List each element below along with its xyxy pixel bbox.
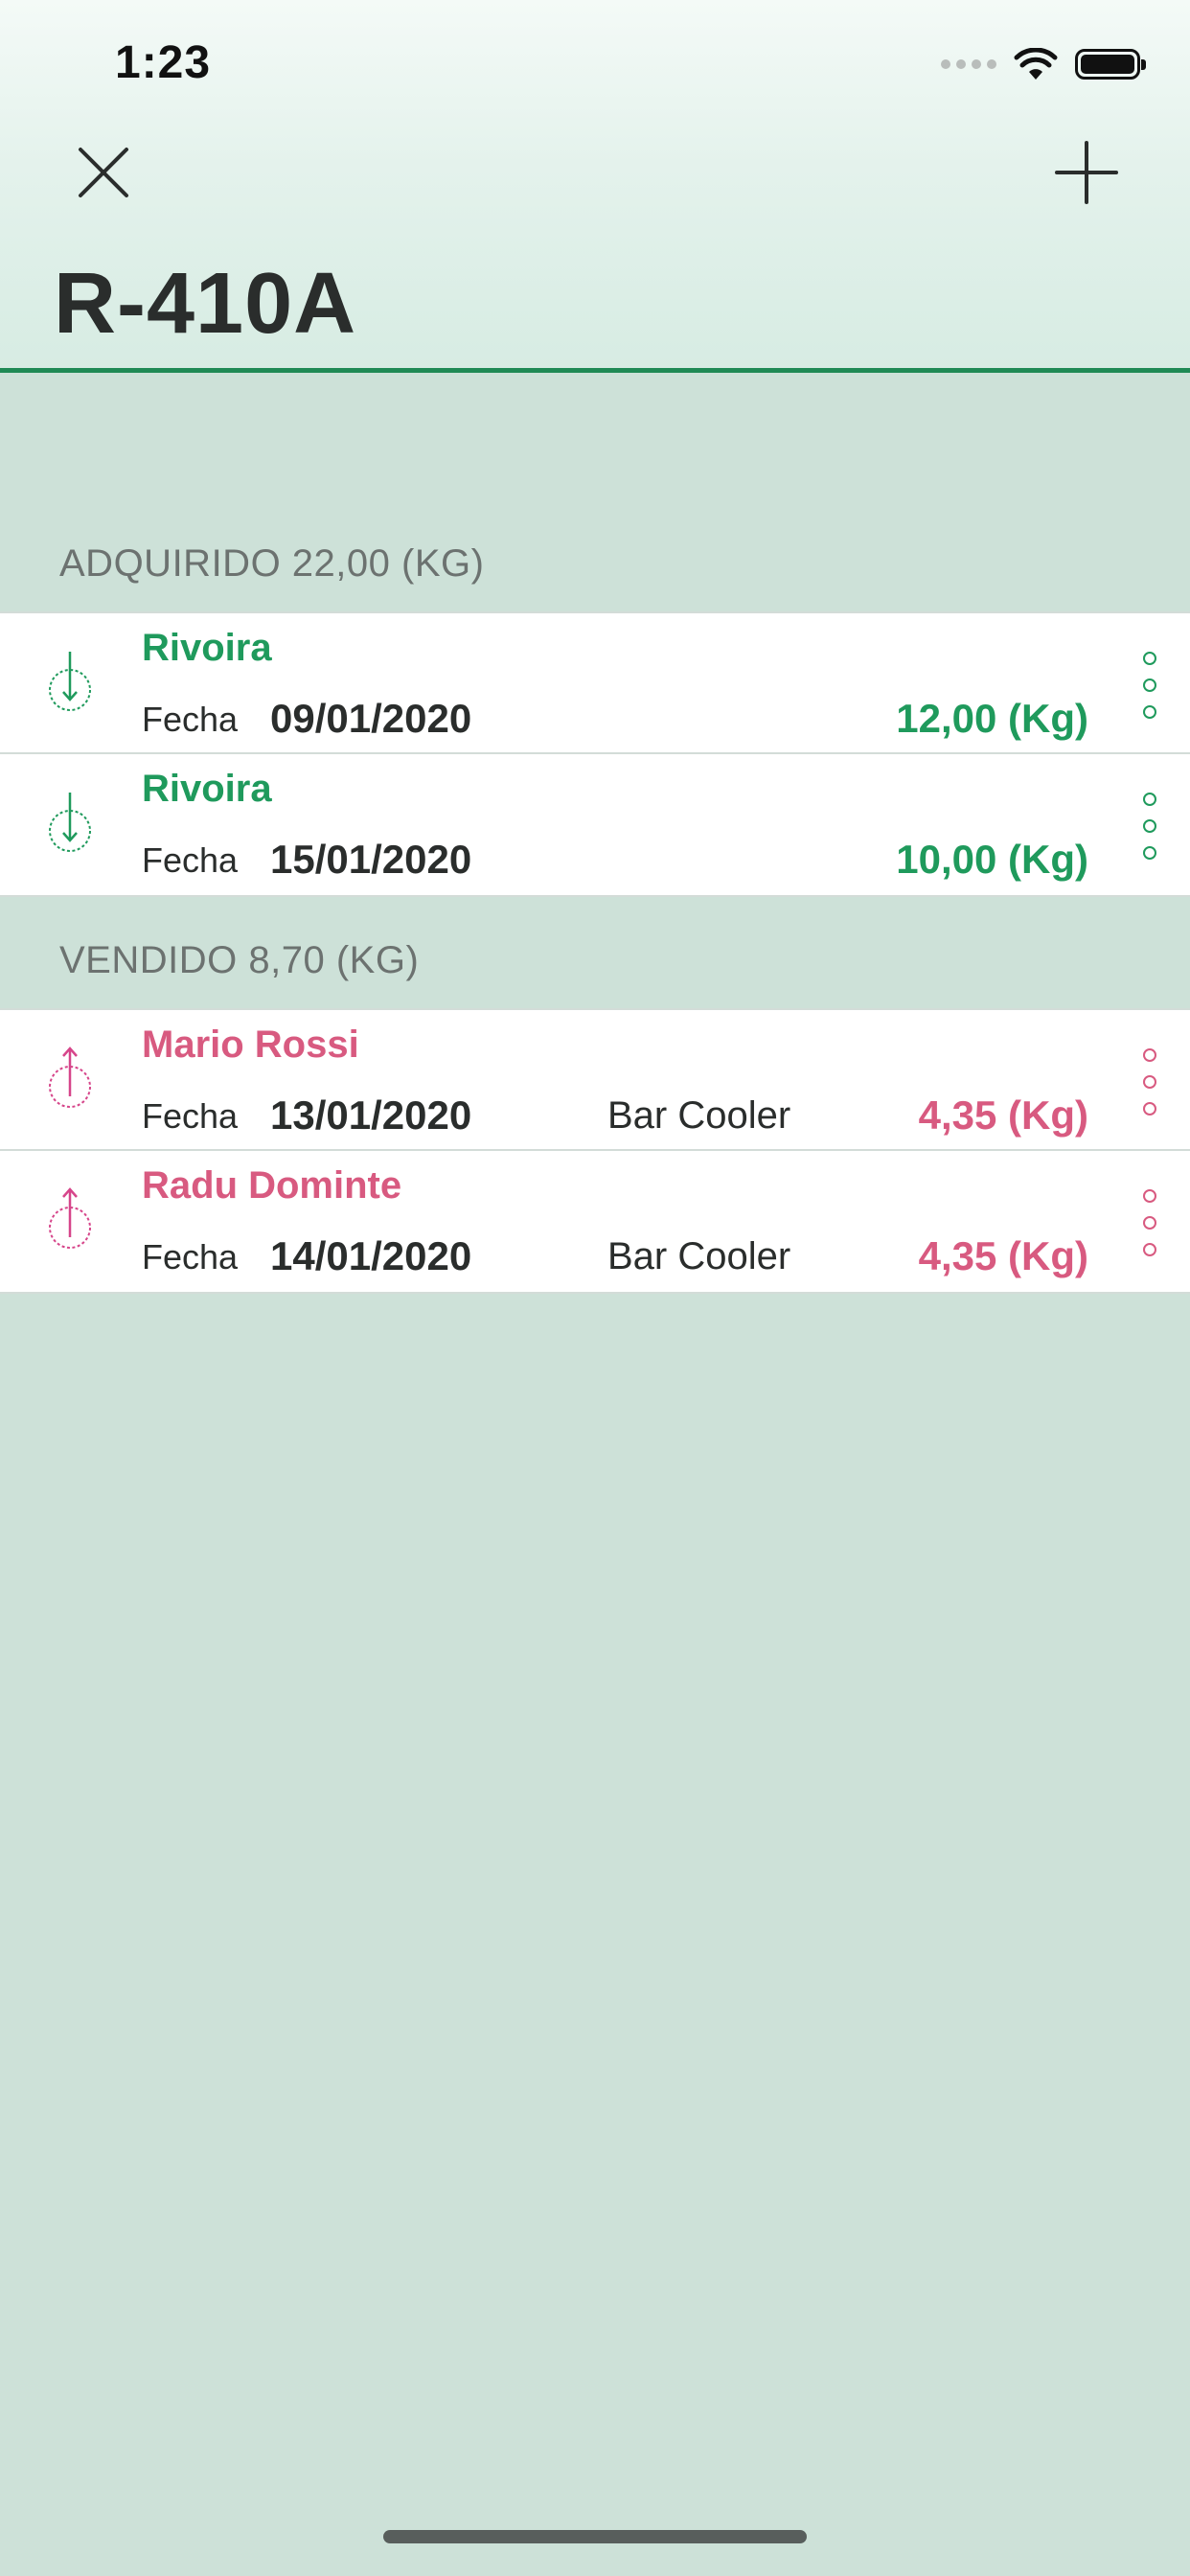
equipment-name: Bar Cooler bbox=[607, 1235, 791, 1277]
sold-section-header: VENDIDO 8,70 (KG) bbox=[59, 939, 420, 981]
sale-row[interactable]: Mario Rossi Fecha 13/01/2020 Bar Cooler … bbox=[0, 1008, 1190, 1151]
close-icon bbox=[79, 148, 128, 197]
more-options-button[interactable] bbox=[1131, 1048, 1169, 1116]
navigation-header: 1:23 R-410A bbox=[0, 0, 1190, 373]
status-indicators bbox=[941, 42, 1146, 86]
sale-row[interactable]: Radu Dominte Fecha 14/01/2020 Bar Cooler… bbox=[0, 1151, 1190, 1294]
date-value: 14/01/2020 bbox=[270, 1233, 472, 1278]
date-value: 15/01/2020 bbox=[270, 837, 472, 882]
upload-arrow-icon bbox=[49, 1187, 91, 1249]
amount-value: 4,35 (Kg) bbox=[918, 1092, 1088, 1138]
more-options-button[interactable] bbox=[1131, 1189, 1169, 1256]
page-title: R-410A bbox=[54, 256, 357, 352]
purchase-row[interactable]: Rivoira Fecha 09/01/2020 12,00 (Kg) bbox=[0, 611, 1190, 754]
customer-name: Radu Dominte bbox=[142, 1164, 402, 1207]
wifi-icon bbox=[1014, 48, 1058, 80]
more-options-button[interactable] bbox=[1131, 793, 1169, 860]
customer-name: Mario Rossi bbox=[142, 1024, 359, 1066]
more-options-button[interactable] bbox=[1131, 652, 1169, 719]
download-arrow-icon bbox=[49, 793, 91, 852]
add-button[interactable] bbox=[1046, 132, 1127, 213]
supplier-name: Rivoira bbox=[142, 627, 272, 669]
battery-icon bbox=[1075, 49, 1146, 80]
date-value: 13/01/2020 bbox=[270, 1092, 472, 1138]
amount-value: 10,00 (Kg) bbox=[896, 837, 1088, 882]
plus-icon bbox=[1055, 141, 1118, 204]
date-label: Fecha bbox=[142, 1237, 239, 1276]
home-indicator[interactable] bbox=[383, 2530, 807, 2543]
download-arrow-icon bbox=[49, 652, 91, 711]
purchased-section-header: ADQUIRIDO 22,00 (KG) bbox=[59, 542, 485, 585]
upload-arrow-icon bbox=[49, 1046, 91, 1108]
date-value: 09/01/2020 bbox=[270, 696, 472, 741]
date-label: Fecha bbox=[142, 700, 239, 739]
amount-value: 12,00 (Kg) bbox=[896, 696, 1088, 741]
equipment-name: Bar Cooler bbox=[607, 1094, 791, 1137]
date-label: Fecha bbox=[142, 1096, 239, 1136]
amount-value: 4,35 (Kg) bbox=[918, 1233, 1088, 1278]
supplier-name: Rivoira bbox=[142, 768, 272, 810]
purchase-row[interactable]: Rivoira Fecha 15/01/2020 10,00 (Kg) bbox=[0, 754, 1190, 897]
close-button[interactable] bbox=[63, 132, 144, 213]
cellular-signal-icon bbox=[941, 59, 996, 69]
date-label: Fecha bbox=[142, 840, 239, 880]
status-time: 1:23 bbox=[115, 37, 212, 88]
